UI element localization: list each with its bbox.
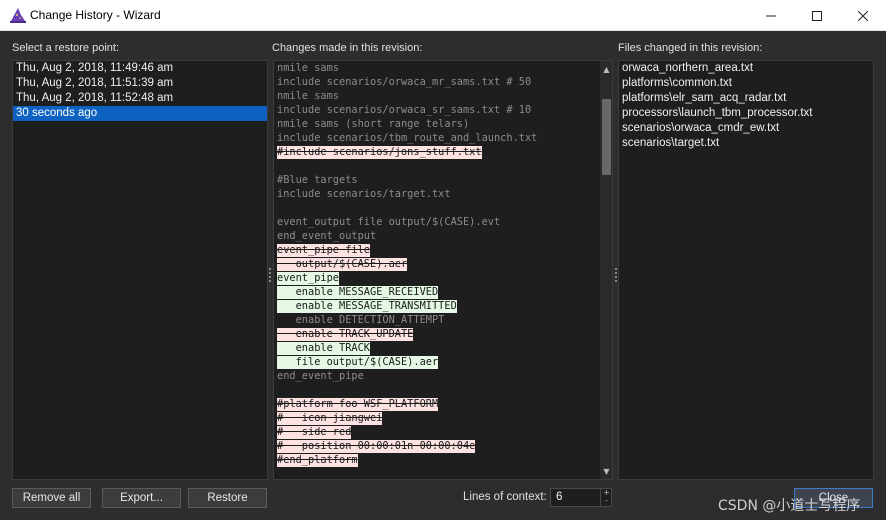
files-label: Files changed in this revision:	[618, 42, 763, 54]
restore-points-label: Select a restore point:	[12, 42, 120, 54]
scroll-down-arrow-icon[interactable]: ▼	[600, 465, 612, 477]
diff-line-context: include scenarios/tbm_route_and_launch.t…	[277, 131, 599, 145]
diff-line-context	[277, 201, 599, 215]
diff-line-text: include scenarios/target.txt	[277, 188, 451, 200]
diff-line-removed: # side red	[277, 425, 599, 439]
diff-line-added: file output/$(CASE).aer	[277, 355, 599, 369]
diff-line-text: include scenarios/orwaca_mr_sams.txt # 5…	[277, 76, 532, 88]
diff-line-context: event_output file output/$(CASE).evt	[277, 215, 599, 229]
diff-line-removed: event_pipe file	[277, 243, 599, 257]
diff-line-removed: #end_platform	[277, 453, 599, 467]
diff-line-context: #Blue targets	[277, 173, 599, 187]
restore-point-list[interactable]: Thu, Aug 2, 2018, 11:49:46 am Thu, Aug 2,…	[12, 60, 268, 480]
diff-line-text: #end_platform	[277, 454, 358, 467]
diff-line-added: enable MESSAGE_TRANSMITTED	[277, 299, 599, 313]
changes-label: Changes made in this revision:	[272, 42, 423, 54]
wizard-hat-icon	[10, 8, 26, 23]
diff-line-text: event_pipe file	[277, 244, 370, 257]
diff-line-added: enable TRACK	[277, 341, 599, 355]
file-item[interactable]: scenarios\target.txt	[619, 136, 873, 151]
close-icon	[858, 10, 868, 21]
maximize-icon	[812, 10, 822, 21]
diff-line-text: enable TRACK	[277, 342, 370, 355]
watermark: CSDN @小道士写程序	[718, 498, 861, 514]
restore-point-item[interactable]: Thu, Aug 2, 2018, 11:51:39 am	[13, 76, 267, 91]
maximize-button[interactable]	[794, 0, 840, 31]
diff-line-text: include scenarios/orwaca_sr_sams.txt # 1…	[277, 104, 532, 116]
diff-line-context: end_event_output	[277, 229, 599, 243]
diff-line-context: include scenarios/orwaca_sr_sams.txt # 1…	[277, 103, 599, 117]
window-title: Change History - Wizard	[30, 8, 161, 22]
file-item[interactable]: platforms\elr_sam_acq_radar.txt	[619, 91, 873, 106]
diff-line-text: event_output file output/$(CASE).evt	[277, 216, 501, 228]
diff-line-text: include scenarios/tbm_route_and_launch.t…	[277, 132, 538, 144]
diff-line-added: enable MESSAGE_RECEIVED	[277, 285, 599, 299]
restore-point-item[interactable]: Thu, Aug 2, 2018, 11:52:48 am	[13, 91, 267, 106]
diff-line-removed: #platform foo WSF_PLATFORM	[277, 397, 599, 411]
diff-line-text: nmile sams	[277, 62, 339, 74]
diff-line-text: enable DETECTION_ATTEMPT	[277, 314, 445, 326]
file-item[interactable]: processors\launch_tbm_processor.txt	[619, 106, 873, 121]
scrollbar-thumb[interactable]	[602, 99, 611, 175]
spin-down-icon[interactable]: -	[601, 497, 612, 505]
diff-line-context: include scenarios/orwaca_mr_sams.txt # 5…	[277, 75, 599, 89]
minimize-icon	[766, 15, 776, 16]
spin-buttons[interactable]: + -	[600, 489, 612, 506]
file-item[interactable]: scenarios\orwaca_cmdr_ew.txt	[619, 121, 873, 136]
scroll-up-arrow-icon[interactable]: ▲	[600, 63, 612, 75]
diff-line-context: nmile sams	[277, 89, 599, 103]
diff-line-context	[277, 383, 599, 397]
diff-line-removed: # icon jiangwei	[277, 411, 599, 425]
diff-line-added: event_pipe	[277, 271, 599, 285]
diff-line-text: file output/$(CASE).aer	[277, 356, 439, 369]
diff-line-text: #platform foo WSF_PLATFORM	[277, 398, 439, 411]
diff-line-text: nmile sams	[277, 90, 339, 102]
diff-line-text: #include scenarios/jons_stuff.txt	[277, 146, 482, 159]
diff-line-text: # position 00:00:01n 00:00:04e	[277, 440, 476, 453]
diff-line-text: output/$(CASE).aer	[277, 258, 408, 271]
lines-of-context-label: Lines of context:	[463, 491, 547, 503]
diff-line-context: end_event_pipe	[277, 369, 599, 383]
lines-of-context-value[interactable]: 6	[556, 491, 562, 503]
diff-line-text: #Blue targets	[277, 174, 358, 186]
lines-of-context-spinbox[interactable]: 6 + -	[550, 488, 612, 507]
diff-line-context: nmile sams	[277, 61, 599, 75]
diff-line-text: end_event_output	[277, 230, 377, 242]
diff-line-removed: # position 00:00:01n 00:00:04e	[277, 439, 599, 453]
diff-scrollbar[interactable]: ▲ ▼	[600, 61, 612, 479]
diff-line-context: enable DETECTION_ATTEMPT	[277, 313, 599, 327]
diff-line-text: event_pipe	[277, 272, 339, 285]
diff-line-text: end_event_pipe	[277, 370, 364, 382]
diff-view[interactable]: nmile sams include scenarios/orwaca_mr_sa…	[273, 60, 613, 480]
diff-line-context: include scenarios/target.txt	[277, 187, 599, 201]
diff-line-text: nmile sams (short range telars)	[277, 118, 470, 130]
diff-line-text: enable MESSAGE_RECEIVED	[277, 286, 439, 299]
left-splitter-handle[interactable]	[269, 268, 272, 284]
file-item[interactable]: platforms\common.txt	[619, 76, 873, 91]
diff-line-context	[277, 159, 599, 173]
restore-button[interactable]: Restore	[188, 488, 267, 508]
close-window-button[interactable]	[840, 0, 886, 31]
restore-point-item[interactable]: 30 seconds ago	[13, 106, 267, 121]
diff-line-removed: enable TRACK_UPDATE	[277, 327, 599, 341]
diff-line-removed: output/$(CASE).aer	[277, 257, 599, 271]
diff-line-context: nmile sams (short range telars)	[277, 117, 599, 131]
file-item[interactable]: orwaca_northern_area.txt	[619, 61, 873, 76]
title-bar: Change History - Wizard	[0, 0, 886, 31]
diff-line-text: # icon jiangwei	[277, 412, 383, 425]
diff-line-text: # side red	[277, 426, 352, 439]
diff-line-text: enable MESSAGE_TRANSMITTED	[277, 300, 457, 313]
minimize-button[interactable]	[748, 0, 794, 31]
export-button[interactable]: Export...	[102, 488, 181, 508]
diff-line-removed: #include scenarios/jons_stuff.txt	[277, 145, 599, 159]
restore-point-item[interactable]: Thu, Aug 2, 2018, 11:49:46 am	[13, 61, 267, 76]
diff-lines: nmile sams include scenarios/orwaca_mr_sa…	[277, 61, 599, 467]
remove-all-button[interactable]: Remove all	[12, 488, 91, 508]
diff-line-text: enable TRACK_UPDATE	[277, 328, 414, 341]
files-changed-list[interactable]: orwaca_northern_area.txt platforms\common…	[618, 60, 874, 480]
